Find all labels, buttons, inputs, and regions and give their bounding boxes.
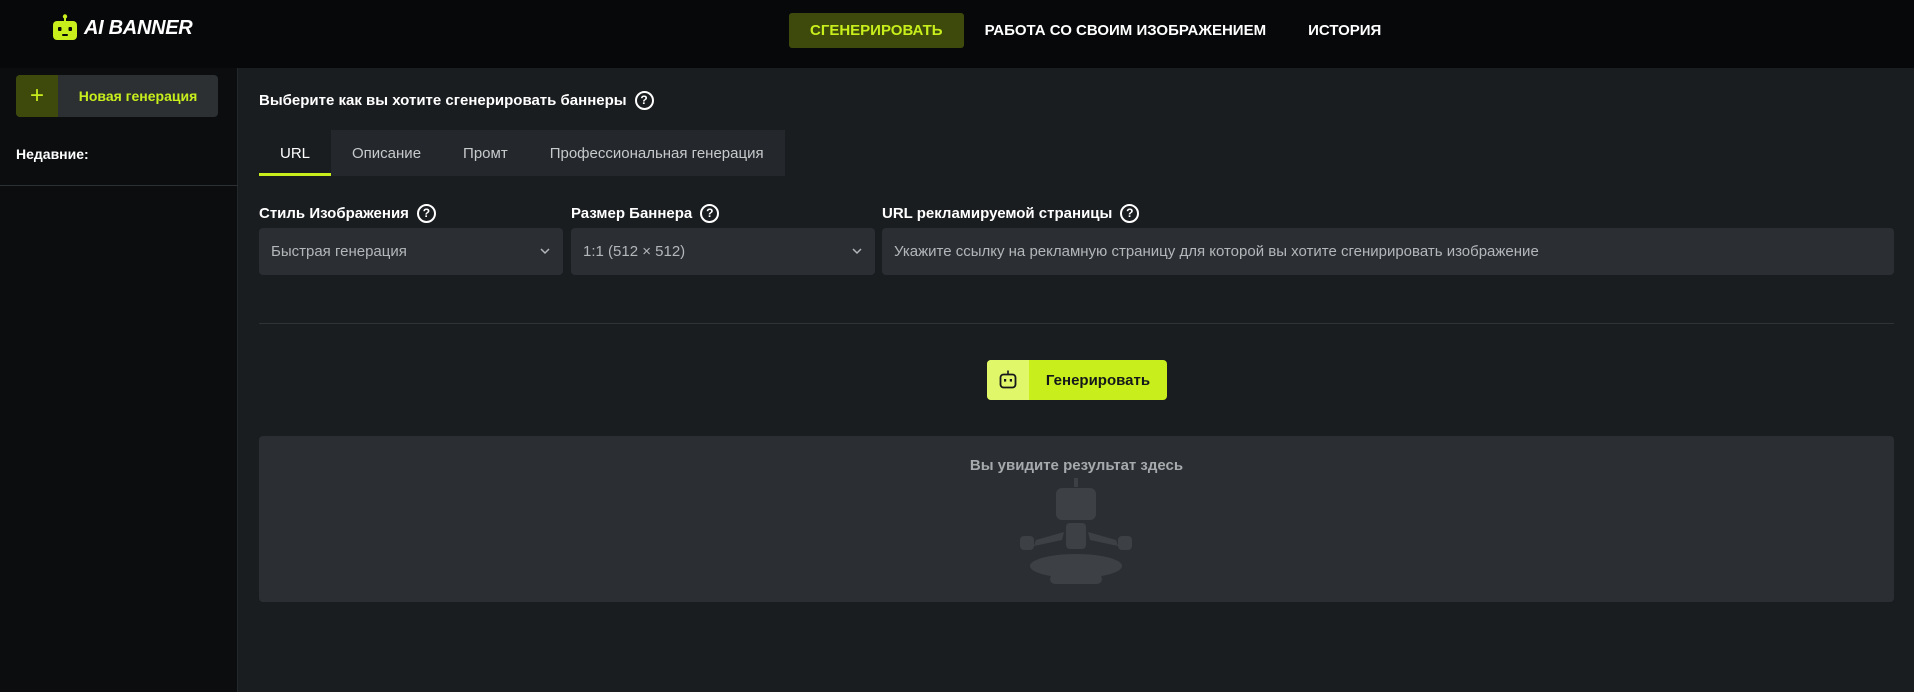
result-area: Вы увидите результат здесь [259, 436, 1894, 602]
generate-button-label: Генерировать [1045, 371, 1151, 389]
main-nav: СГЕНЕРИРОВАТЬ РАБОТА СО СВОИМ ИЗОБРАЖЕНИ… [789, 13, 1402, 48]
url-input-placeholder: Укажите ссылку на рекламную страницу для… [894, 243, 1539, 260]
robot-logo-icon [53, 14, 77, 40]
url-input[interactable]: Укажите ссылку на рекламную страницу для… [882, 228, 1894, 275]
style-select[interactable]: Быстрая генерация [259, 228, 563, 275]
help-icon[interactable]: ? [634, 90, 654, 110]
style-select-value: Быстрая генерация [271, 243, 407, 260]
logo-text: AI BANNER [84, 16, 193, 39]
tab-url[interactable]: URL [259, 130, 332, 176]
size-label-text: Размер Баннера [571, 204, 693, 222]
page-heading-text: Выберите как вы хотите сгенерировать бан… [259, 91, 627, 109]
logo[interactable]: AI BANNER [52, 13, 193, 43]
main-content: Выберите как вы хотите сгенерировать бан… [239, 68, 1914, 692]
new-generation-label: Новая генерация [78, 88, 198, 104]
sidebar-divider [0, 185, 238, 186]
style-label: Стиль Изображения ? [259, 202, 436, 224]
page-heading: Выберите как вы хотите сгенерировать бан… [259, 89, 654, 111]
size-select-value: 1:1 (512 × 512) [583, 243, 686, 260]
meditating-robot-icon [1020, 478, 1132, 584]
mode-tabs: URL Описание Промт Профессиональная гене… [259, 130, 785, 176]
nav-own-image[interactable]: РАБОТА СО СВОИМ ИЗОБРАЖЕНИЕМ [964, 13, 1288, 48]
section-divider [259, 323, 1894, 324]
help-icon[interactable]: ? [700, 203, 720, 223]
plus-icon: + [16, 75, 58, 117]
style-label-text: Стиль Изображения [259, 204, 409, 222]
tab-professional[interactable]: Профессиональная генерация [529, 130, 785, 176]
nav-history[interactable]: ИСТОРИЯ [1287, 13, 1402, 48]
nav-generate[interactable]: СГЕНЕРИРОВАТЬ [789, 13, 964, 48]
url-label: URL рекламируемой страницы ? [882, 202, 1140, 224]
result-placeholder-text: Вы увидите результат здесь [969, 457, 1184, 474]
recent-label: Недавние: [16, 146, 89, 162]
generate-button[interactable]: Генерировать [987, 360, 1167, 400]
tab-description[interactable]: Описание [331, 130, 442, 176]
new-generation-button[interactable]: + Новая генерация [16, 75, 218, 117]
help-icon[interactable]: ? [1120, 203, 1140, 223]
help-icon[interactable]: ? [416, 203, 436, 223]
url-label-text: URL рекламируемой страницы [882, 204, 1113, 222]
chevron-down-icon [852, 248, 862, 255]
size-select[interactable]: 1:1 (512 × 512) [571, 228, 875, 275]
robot-icon [987, 360, 1029, 400]
size-label: Размер Баннера ? [571, 202, 720, 224]
sidebar: + Новая генерация Недавние: [0, 68, 238, 692]
chevron-down-icon [540, 248, 550, 255]
tab-prompt[interactable]: Промт [442, 130, 529, 176]
top-bar: AI BANNER СГЕНЕРИРОВАТЬ РАБОТА СО СВОИМ … [0, 0, 1914, 68]
